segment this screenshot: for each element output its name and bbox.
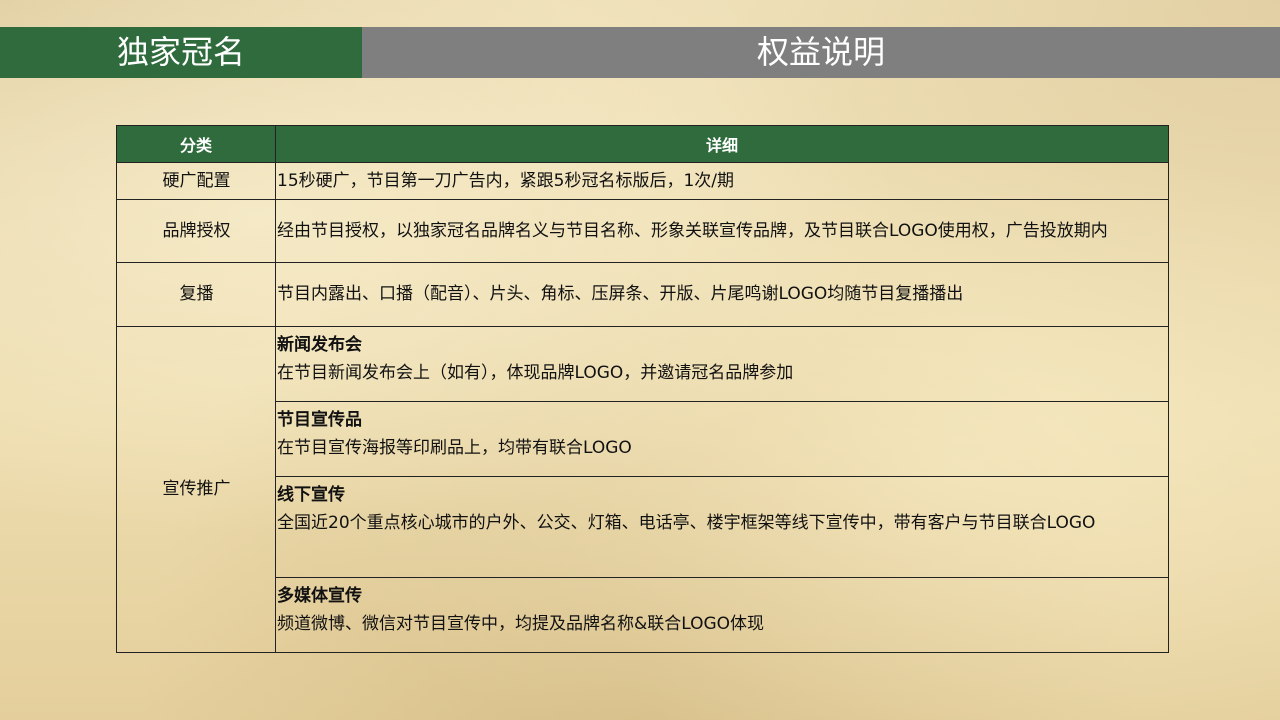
table-row: 品牌授权 经由节目授权，以独家冠名品牌名义与节目名称、形象关联宣传品牌，及节目联… xyxy=(116,199,1169,263)
promo-item-title: 节目宣传品 xyxy=(277,410,362,430)
promo-item-title: 线下宣传 xyxy=(277,485,345,505)
promo-item-body: 全国近20个重点核心城市的户外、公交、灯箱、电话亭、楼宇框架等线下宣传中，带有客… xyxy=(277,513,1096,533)
promo-item: 线下宣传 全国近20个重点核心城市的户外、公交、灯箱、电话亭、楼宇框架等线下宣传… xyxy=(275,476,1169,578)
table-row: 宣传推广 新闻发布会 在节目新闻发布会上（如有），体现品牌LOGO，并邀请冠名品… xyxy=(116,326,1169,653)
category-cell: 复播 xyxy=(116,262,276,327)
section-title: 独家冠名 xyxy=(0,27,362,78)
promo-item: 多媒体宣传 频道微博、微信对节目宣传中，均提及品牌名称&联合LOGO体现 xyxy=(275,577,1169,653)
header-bar: 独家冠名 权益说明 xyxy=(0,27,1280,78)
benefits-table: 分类 详细 硬广配置 15秒硬广，节目第一刀广告内，紧跟5秒冠名标版后，1次/期… xyxy=(116,125,1169,653)
detail-cell: 15秒硬广，节目第一刀广告内，紧跟5秒冠名标版后，1次/期 xyxy=(275,162,1169,200)
page-title: 权益说明 xyxy=(362,27,1280,78)
promo-item-body: 在节目新闻发布会上（如有），体现品牌LOGO，并邀请冠名品牌参加 xyxy=(277,363,794,383)
detail-cell: 节目内露出、口播（配音）、片头、角标、压屏条、开版、片尾鸣谢LOGO均随节目复播… xyxy=(275,262,1169,327)
table-header-row: 分类 详细 xyxy=(116,125,1169,163)
promo-item-body: 频道微博、微信对节目宣传中，均提及品牌名称&联合LOGO体现 xyxy=(277,614,765,634)
promo-item-title: 多媒体宣传 xyxy=(277,586,362,606)
column-header-category: 分类 xyxy=(116,125,276,163)
detail-cell: 经由节目授权，以独家冠名品牌名义与节目名称、形象关联宣传品牌，及节目联合LOGO… xyxy=(275,199,1169,263)
column-header-detail: 详细 xyxy=(275,125,1169,163)
promo-item: 节目宣传品 在节目宣传海报等印刷品上，均带有联合LOGO xyxy=(275,401,1169,477)
table-row: 硬广配置 15秒硬广，节目第一刀广告内，紧跟5秒冠名标版后，1次/期 xyxy=(116,162,1169,200)
category-cell: 硬广配置 xyxy=(116,162,276,200)
promo-item: 新闻发布会 在节目新闻发布会上（如有），体现品牌LOGO，并邀请冠名品牌参加 xyxy=(275,326,1169,402)
promo-item-body: 在节目宣传海报等印刷品上，均带有联合LOGO xyxy=(277,438,632,458)
category-cell: 品牌授权 xyxy=(116,199,276,263)
promo-item-title: 新闻发布会 xyxy=(277,335,362,355)
table-row: 复播 节目内露出、口播（配音）、片头、角标、压屏条、开版、片尾鸣谢LOGO均随节… xyxy=(116,262,1169,327)
category-cell: 宣传推广 xyxy=(116,326,276,653)
